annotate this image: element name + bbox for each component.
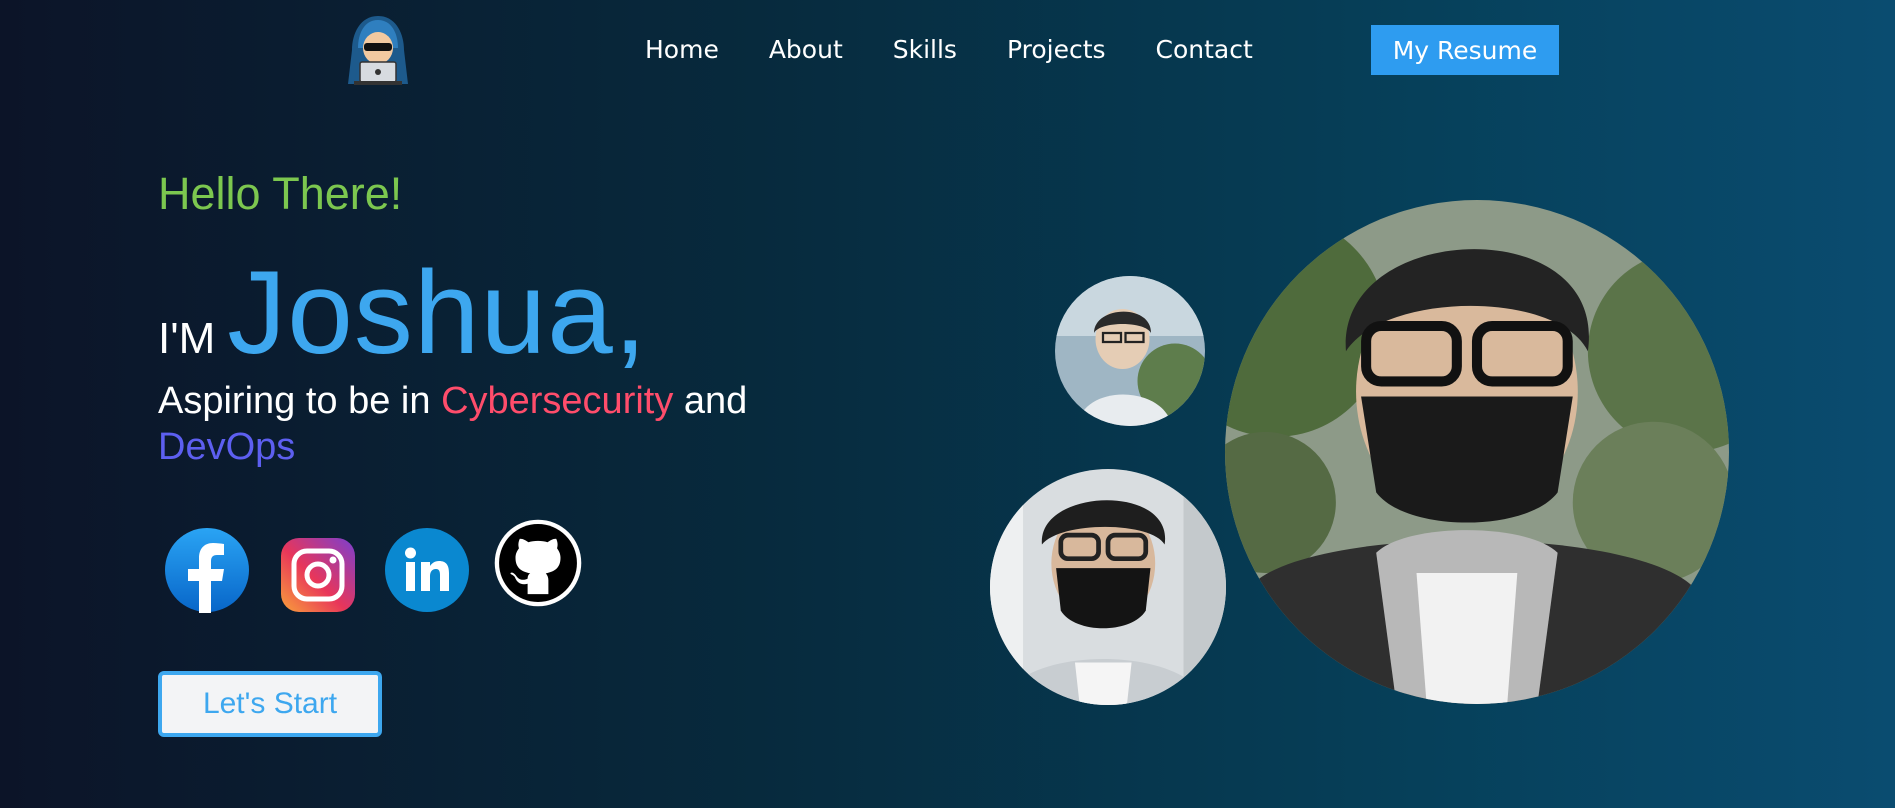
name-heading: I'M Joshua, <box>158 245 648 381</box>
hacker-logo-icon[interactable] <box>340 12 416 88</box>
tagline-prefix: Aspiring to be in <box>158 380 442 422</box>
linkedin-icon[interactable] <box>384 525 470 615</box>
main-nav: Home About Skills Projects Contact <box>645 30 1253 70</box>
nav-home[interactable]: Home <box>645 30 719 70</box>
my-resume-button[interactable]: My Resume <box>1371 25 1559 75</box>
facebook-icon[interactable] <box>164 525 250 615</box>
github-icon[interactable] <box>486 518 590 608</box>
name-text: Joshua, <box>227 247 648 379</box>
tagline: Aspiring to be in Cybersecurity and DevO… <box>158 378 758 470</box>
profile-photo-large <box>1225 200 1729 704</box>
greeting-heading: Hello There! <box>158 168 403 219</box>
nav-about[interactable]: About <box>769 30 843 70</box>
instagram-icon[interactable] <box>278 525 358 615</box>
profile-photo-small <box>1055 276 1205 426</box>
tagline-devops: DevOps <box>158 426 296 468</box>
im-label: I'M <box>158 314 216 363</box>
profile-photo-medium <box>990 469 1226 705</box>
nav-contact[interactable]: Contact <box>1156 30 1253 70</box>
nav-projects[interactable]: Projects <box>1007 30 1106 70</box>
tagline-cybersecurity: Cybersecurity <box>441 380 674 422</box>
nav-skills[interactable]: Skills <box>893 30 957 70</box>
tagline-mid: and <box>673 380 748 422</box>
lets-start-button[interactable]: Let's Start <box>158 671 382 737</box>
